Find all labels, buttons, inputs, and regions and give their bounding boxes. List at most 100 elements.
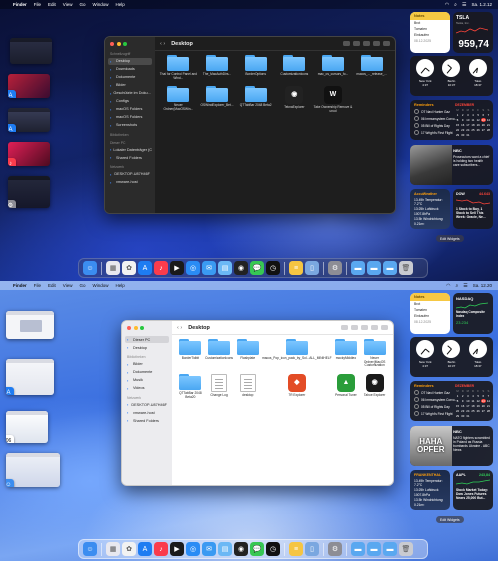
file-item[interactable]: CustomizationIcons (205, 339, 234, 368)
menu-app-name[interactable]: Finder (13, 2, 27, 7)
search-field[interactable] (383, 41, 390, 46)
file-item[interactable]: mockyMiddleo (332, 339, 361, 368)
back-forward-icon[interactable]: ‹ › (177, 325, 182, 331)
settings-icon[interactable]: ⚙ (328, 542, 342, 556)
reminders-calendar-widget[interactable]: Reminders OT Navi Hunter Gaz 06 Immunsys… (410, 100, 493, 140)
menu-view[interactable]: View (63, 283, 73, 288)
folder-icon[interactable]: ▬ (351, 542, 365, 556)
sidebar-item[interactable]: ▪ Downloads (108, 66, 152, 73)
notes-icon[interactable]: ≡ (289, 261, 303, 275)
folder-icon-3[interactable]: ▬ (383, 261, 397, 275)
stage-window-2[interactable]: A (8, 74, 50, 98)
clock-icon[interactable]: ◷ (266, 542, 280, 556)
share-button[interactable] (371, 325, 378, 330)
file-item[interactable]: ◉ TeknaExplorer (275, 86, 314, 113)
sidebar-item[interactable]: ▪ vmware-host (125, 409, 169, 416)
menu-clock[interactable]: Sa. 12.20 (473, 283, 492, 288)
menu-help[interactable]: Help (116, 283, 125, 288)
menu-go[interactable]: Go (79, 2, 85, 7)
safari-icon[interactable]: ◎ (186, 542, 200, 556)
stock-widget[interactable]: TSLA Tesla, Inc. 959,74 (453, 12, 493, 53)
folder-icon-2[interactable]: ▬ (367, 542, 381, 556)
stage-window-1[interactable] (10, 38, 52, 64)
control-center-icon[interactable]: ☰ (462, 2, 466, 8)
view-icons-button[interactable] (343, 41, 350, 46)
file-item[interactable]: The_MacAuthDirs... (198, 55, 237, 80)
weather-widget[interactable]: AccuWeather 13.49h Temperatur: 7.2°C 13:… (410, 189, 450, 229)
world-clock-widget[interactable]: New York 4:37 Berlin 10:37 Tokio 18:37 (410, 337, 493, 377)
file-item[interactable]: OSWindExplorer_Bet... (198, 86, 237, 113)
preview-icon[interactable]: ▤ (218, 261, 232, 275)
files-icon[interactable]: ▯ (305, 261, 319, 275)
edit-widgets-button[interactable]: Edit Widgets (436, 235, 464, 242)
sidebar-item[interactable]: ▪ Videos (125, 385, 169, 392)
wifi-icon[interactable]: ◠ (445, 2, 449, 8)
sidebar-item[interactable]: ▪ Bilder (125, 361, 169, 368)
trash-icon[interactable]: 🗑 (399, 542, 413, 556)
stage-window-2[interactable]: A (6, 359, 54, 395)
file-item[interactable]: macos_..._release_... (352, 55, 391, 80)
sidebar-item[interactable]: ▪ Dokumente (125, 369, 169, 376)
mail-icon[interactable]: ✉ (202, 261, 216, 275)
close-button[interactable] (110, 42, 114, 46)
folder-icon-3[interactable]: ▬ (383, 542, 397, 556)
group-button[interactable] (361, 325, 368, 330)
finder-window[interactable]: ▪ Dieser PC ▪ Desktop Bibliotheken ▪ Bilder ▪ Do… (121, 320, 394, 486)
menu-window[interactable]: Window (93, 283, 109, 288)
file-item[interactable]: QTTabBar 2048 Beta2 (236, 86, 275, 113)
stage-window-1[interactable] (6, 311, 54, 339)
close-button[interactable] (127, 326, 131, 330)
stage-window-5[interactable]: ⚙ (8, 176, 50, 208)
search-field[interactable] (381, 325, 388, 330)
folder-icon[interactable]: ▬ (351, 261, 365, 275)
sidebar-item[interactable]: ▪ vmware-host (108, 179, 152, 186)
file-item[interactable]: CustomizationIcons (275, 55, 314, 80)
menu-edit[interactable]: Edit (48, 283, 56, 288)
sidebar-item[interactable]: ▪ Shared Folders (125, 417, 169, 424)
sidebar-item[interactable]: ▪ Lokaler Datenträger (C:) (108, 146, 152, 153)
file-item[interactable]: ▲ Personal Tuner (332, 374, 361, 399)
music-icon[interactable]: ♪ (154, 261, 168, 275)
sidebar-item[interactable]: ▪ macOS Folders (108, 114, 152, 121)
sidebar-item[interactable]: ▪ Dokumente (108, 74, 152, 81)
sidebar-item[interactable]: ▪ Musik (125, 377, 169, 384)
file-item[interactable]: Flashplate (233, 339, 262, 368)
file-item[interactable]: QTTabBar 2048 Beta20 (176, 374, 205, 399)
trash-icon[interactable]: 🗑 (399, 261, 413, 275)
notes-icon[interactable]: ≡ (289, 542, 303, 556)
app-store-icon[interactable]: A (138, 261, 152, 275)
sidebar-item[interactable]: ▪ DESKTOP-U87H46F (108, 171, 152, 178)
finder-window[interactable]: Schnellzugriff ▪ Desktop ▪ Downloads ▪ Dokumen… (104, 36, 396, 214)
file-item[interactable]: Thai for Control Panel and Wind... (159, 55, 198, 80)
stock-widget[interactable]: NASDAQ Nasdaq Composite Index 23.234 (453, 293, 493, 334)
preview-icon[interactable]: ▤ (218, 542, 232, 556)
finder-icon[interactable]: ☺ (83, 542, 97, 556)
file-item[interactable]: BorderOptions (236, 55, 275, 80)
sidebar-item[interactable]: ▪ Dieser PC (125, 336, 169, 343)
photo-booth-icon[interactable]: ◉ (234, 261, 248, 275)
minimize-button[interactable] (133, 326, 138, 330)
weather-widget[interactable]: FRANKENTHAL 13.49h Temperatur: 7.2°C 13:… (410, 470, 450, 510)
sidebar-item[interactable]: ▪ Geschützte im Doku... (108, 90, 152, 97)
file-item[interactable]: Neuer Ordner(MacOSWin... (159, 86, 198, 113)
group-button[interactable] (363, 41, 370, 46)
view-list-button[interactable] (353, 41, 360, 46)
finder-icon[interactable]: ☺ (83, 261, 97, 275)
share-button[interactable] (373, 41, 380, 46)
clock-icon[interactable]: ◷ (266, 261, 280, 275)
file-item[interactable]: BorderTidbit (176, 339, 205, 368)
files-icon[interactable]: ▯ (305, 542, 319, 556)
messages-icon[interactable]: 💬 (250, 261, 264, 275)
tv-icon[interactable]: ▶ (170, 542, 184, 556)
file-item[interactable]: macos_Pop_icon_pack_by_Sol...ALL_MINIHEL… (262, 339, 332, 368)
minimize-button[interactable] (116, 42, 121, 46)
zoom-button[interactable] (123, 42, 127, 46)
stage-window-4[interactable]: ♪ (8, 142, 50, 166)
menu-clock[interactable]: Sa. 1.2.12 (471, 2, 492, 7)
sidebar-item[interactable]: ▪ Screenshots (108, 122, 152, 129)
file-item[interactable]: W Take Ownership Remove & unod (314, 86, 353, 113)
mail-icon[interactable]: ✉ (202, 542, 216, 556)
messages-icon[interactable]: 💬 (250, 542, 264, 556)
back-forward-icon[interactable]: ‹ › (160, 41, 165, 47)
menu-app-name[interactable]: Finder (13, 283, 27, 288)
